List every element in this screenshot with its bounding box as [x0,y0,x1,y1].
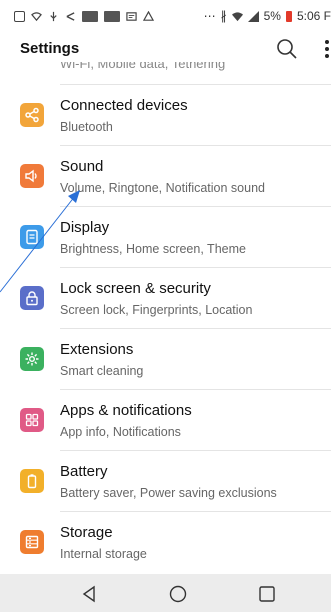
battery-icon [285,10,292,22]
battery-percent: 5% [263,9,281,23]
settings-item-apps-notifications[interactable]: Apps & notifications App info, Notificat… [0,390,331,451]
settings-item-connected-devices[interactable]: Connected devices Bluetooth [0,85,331,146]
gear-icon [20,347,44,371]
settings-item-lock-screen[interactable]: Lock screen & security Screen lock, Fing… [0,268,331,329]
more-icon: ⋯ [203,9,216,23]
settings-item-label: Sound [60,158,104,175]
wifi-icon [31,11,42,21]
app-header: Settings [0,32,331,64]
notification-icon [104,10,120,22]
notification-icon [82,10,98,22]
settings-item-subtitle: Battery saver, Power saving exclusions [60,486,277,500]
partial-item-subtitle: Wi-Fi, Mobile data, Tethering [60,62,226,71]
page-title: Settings [20,39,80,57]
settings-item-label: Storage [60,524,113,541]
settings-item-subtitle: Internal storage [60,547,147,561]
battery-icon [20,469,44,493]
settings-list: Connected devices Bluetooth Sound Volume… [0,85,331,573]
speaker-icon [20,164,44,188]
lock-icon [20,286,44,310]
search-icon[interactable] [276,38,298,60]
apps-grid-icon [20,408,44,432]
settings-item-storage[interactable]: Storage Internal storage [0,512,331,573]
settings-item-label: Battery [60,463,108,480]
more-vertical-icon[interactable] [322,38,331,60]
settings-item-label: Connected devices [60,97,188,114]
settings-item-display[interactable]: Display Brightness, Home screen, Theme [0,207,331,268]
settings-item-sound[interactable]: Sound Volume, Ringtone, Notification sou… [0,146,331,207]
recents-square-icon[interactable] [257,584,277,604]
storage-icon [20,530,44,554]
settings-item-label: Apps & notifications [60,402,192,419]
usb-icon [50,11,57,21]
settings-item-extensions[interactable]: Extensions Smart cleaning [0,329,331,390]
drive-icon [143,10,154,21]
bluetooth-icon: ∦ [220,9,227,23]
settings-item-label: Lock screen & security [60,280,211,297]
share-icon [66,11,75,21]
navigation-bar [0,574,331,612]
settings-item-subtitle: Bluetooth [60,120,113,134]
display-icon [20,225,44,249]
settings-item-subtitle: Volume, Ringtone, Notification sound [60,181,265,195]
home-circle-icon[interactable] [168,584,188,604]
back-triangle-icon[interactable] [80,584,100,604]
clock: 5:06 F [296,9,331,23]
share-icon [20,103,44,127]
signal-icon [247,10,259,22]
settings-item-label: Display [60,219,110,236]
wifi-icon [231,11,243,21]
settings-item-label: Extensions [60,341,134,358]
status-bar: ⋯ ∦ 5% 5:06 F [0,0,331,32]
settings-item-subtitle: Brightness, Home screen, Theme [60,242,246,256]
settings-item-battery[interactable]: Battery Battery saver, Power saving excl… [0,451,331,512]
settings-item-subtitle: App info, Notifications [60,425,181,439]
message-icon [126,11,137,21]
settings-item-subtitle: Smart cleaning [60,364,144,378]
alert-icon [14,10,25,22]
settings-item-subtitle: Screen lock, Fingerprints, Location [60,303,253,317]
